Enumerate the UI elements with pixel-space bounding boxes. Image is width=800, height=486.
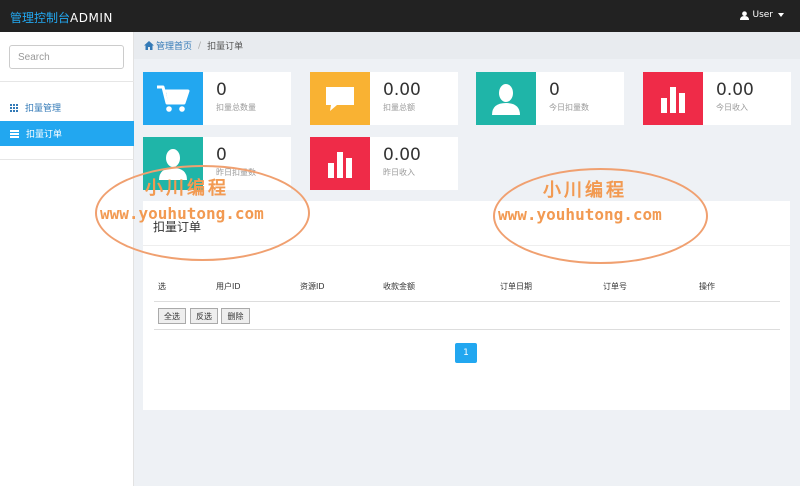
stat-icon-box [310, 72, 370, 125]
stat-value: 0 [216, 80, 227, 100]
column-header-order-number: 订单号 [603, 282, 627, 291]
stat-card-total-count: 0 扣量总数量 [143, 72, 291, 125]
stat-value: 0 [549, 80, 560, 100]
column-header-resource-id: 资源ID [300, 282, 325, 291]
column-header-select: 选 [158, 282, 166, 291]
brand[interactable]: 管理控制台ADMIN [10, 9, 113, 26]
stat-label: 扣量总数量 [216, 103, 256, 112]
stat-label: 扣量总额 [383, 103, 415, 112]
sidebar-item-deduction-management[interactable]: 扣量管理 [0, 95, 134, 120]
bar-chart-icon [328, 151, 352, 178]
cart-icon [157, 85, 190, 112]
watermark-text: 小川编程 [543, 180, 627, 201]
user-label: User [752, 10, 773, 20]
column-header-actions: 操作 [699, 282, 715, 291]
stat-icon-box [476, 72, 536, 125]
stat-value: 0.00 [716, 80, 754, 100]
breadcrumb: 管理首页 / 扣量订单 [134, 32, 800, 59]
breadcrumb-home-label: 管理首页 [156, 42, 193, 52]
stat-value: 0.00 [383, 145, 421, 165]
sidebar-divider [0, 159, 134, 160]
user-icon [740, 10, 750, 20]
comment-icon [326, 86, 354, 111]
watermark-url: www.youhutong.com [100, 204, 264, 223]
select-all-button[interactable]: 全选 [158, 308, 186, 324]
stat-label: 今日收入 [716, 103, 748, 112]
top-navbar: 管理控制台ADMIN User [0, 0, 800, 32]
sidebar-item-deduction-orders[interactable]: 扣量订单 [0, 121, 134, 146]
grid-icon [10, 103, 18, 112]
stat-card-total-amount: 0.00 扣量总额 [310, 72, 458, 125]
stat-icon-box [143, 72, 203, 125]
stat-label: 今日扣量数 [549, 103, 589, 112]
user-menu[interactable]: User [740, 10, 784, 20]
user-icon [492, 83, 520, 115]
column-header-amount: 收款金额 [383, 282, 415, 291]
bar-chart-icon [661, 86, 685, 113]
search-input[interactable] [9, 45, 124, 69]
pagination-page-1[interactable]: 1 [455, 343, 477, 363]
stat-card-today-income: 0.00 今日收入 [643, 72, 791, 125]
stat-value: 0 [216, 145, 227, 165]
caret-down-icon [778, 13, 784, 17]
sidebar: 扣量管理 扣量订单 [0, 32, 134, 486]
sidebar-item-label: 扣量订单 [26, 130, 63, 140]
breadcrumb-home[interactable]: 管理首页 [144, 39, 192, 52]
stat-icon-box [643, 72, 703, 125]
table-footer-divider [154, 329, 780, 330]
column-header-order-date: 订单日期 [500, 282, 532, 291]
column-header-user-id: 用户ID [216, 282, 241, 291]
invert-selection-button[interactable]: 反选 [190, 308, 218, 324]
breadcrumb-current: 扣量订单 [207, 42, 244, 52]
stat-card-yesterday-income: 0.00 昨日收入 [310, 137, 458, 190]
watermark-text: 小川编程 [145, 178, 229, 199]
watermark-url: www.youhutong.com [498, 205, 662, 224]
sidebar-divider [0, 81, 134, 82]
brand-title-cn: 管理控制台 [10, 11, 71, 25]
list-icon [10, 129, 19, 138]
brand-title-en: ADMIN [70, 11, 113, 25]
stat-card-today-count: 0 今日扣量数 [476, 72, 624, 125]
table-header-divider [154, 301, 780, 302]
stat-value: 0.00 [383, 80, 421, 100]
home-icon [144, 41, 154, 50]
delete-button[interactable]: 删除 [221, 308, 250, 324]
breadcrumb-separator: / [198, 40, 202, 51]
stat-label: 昨日收入 [383, 168, 415, 177]
sidebar-item-label: 扣量管理 [25, 104, 62, 114]
stat-icon-box [310, 137, 370, 190]
